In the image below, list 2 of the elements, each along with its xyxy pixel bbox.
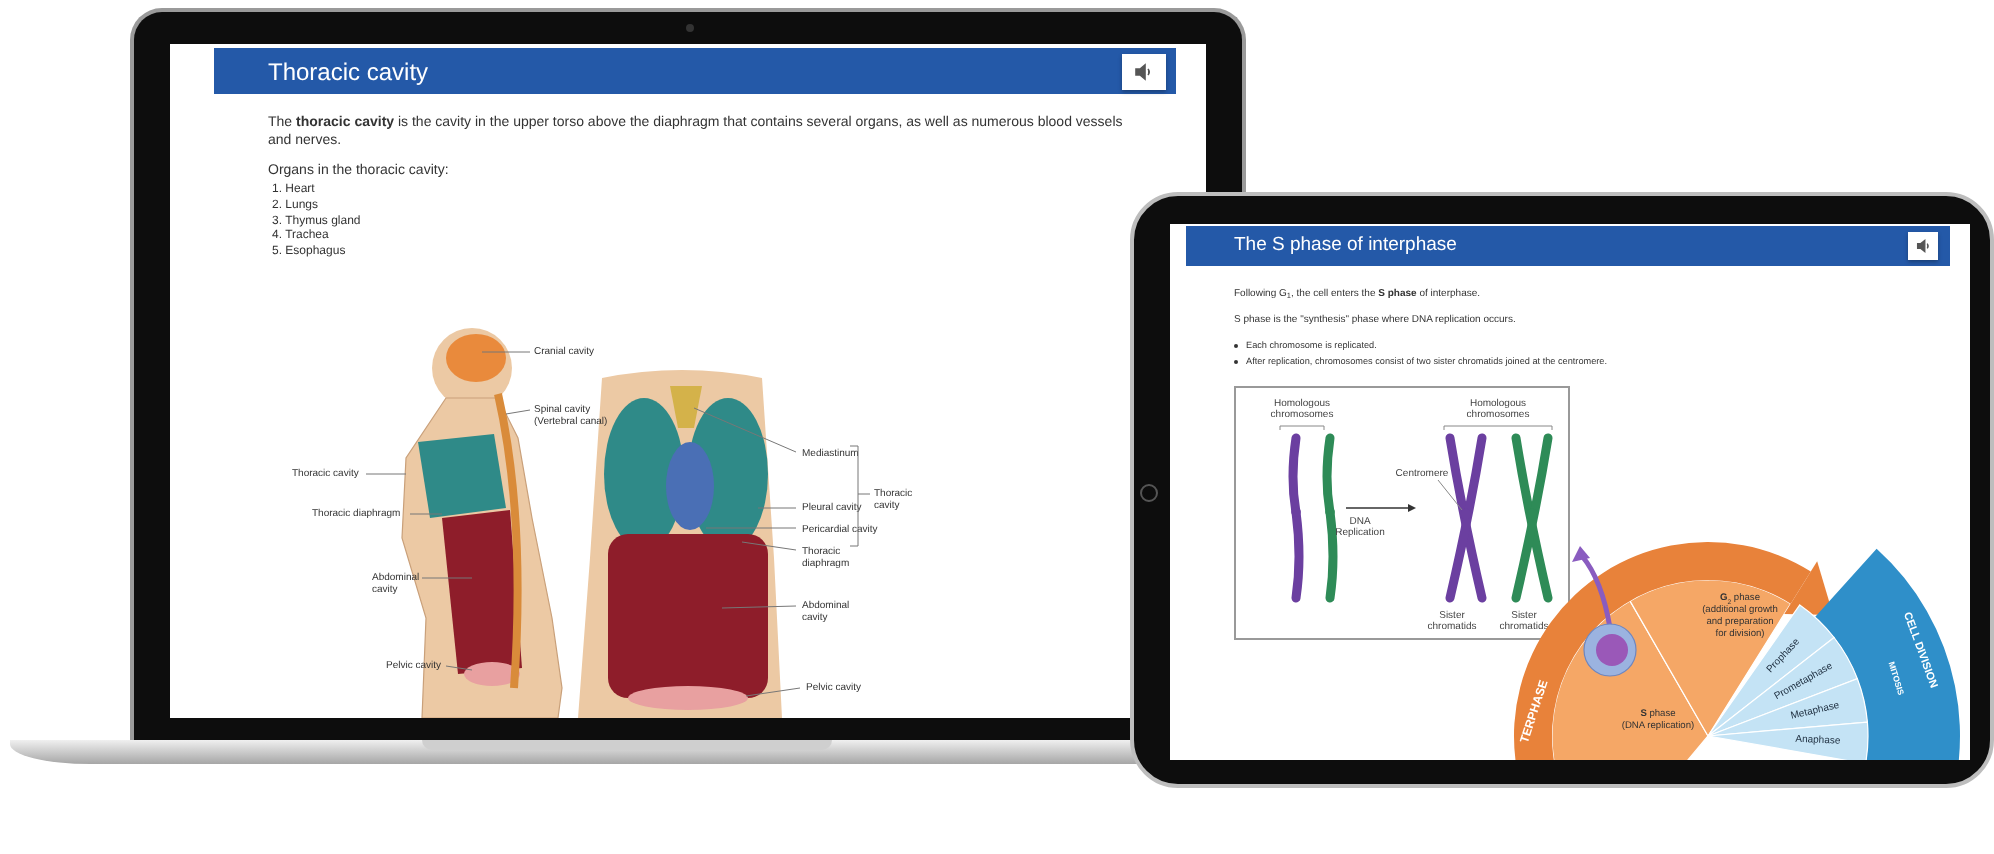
page-title: Thoracic cavity xyxy=(268,55,429,89)
page-title: The S phase of interphase xyxy=(1234,231,1457,260)
